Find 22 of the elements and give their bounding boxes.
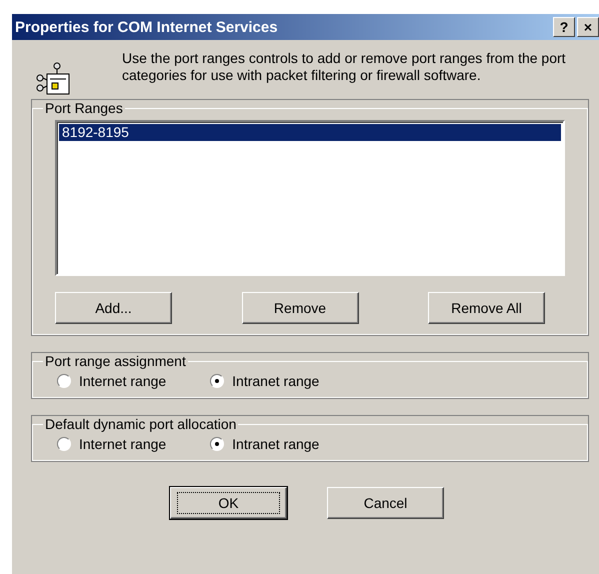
group-label: Port range assignment [44,353,187,369]
radio-button[interactable] [57,437,71,451]
list-item[interactable]: 8192-8195 [59,124,561,141]
radio-label: Intranet range [232,436,320,452]
push-button[interactable]: Add... [55,292,172,324]
radio-button[interactable] [210,437,224,451]
dialog-button[interactable]: Cancel [327,487,444,519]
radio-label: Intranet range [232,373,320,389]
push-button[interactable]: Remove All [428,292,545,324]
push-button[interactable]: Remove [242,292,358,324]
description-text: Use the port ranges controls to add or remove port ranges from the port categories for use with packet filtering or firewall software. [122,50,567,85]
close-button[interactable]: × [577,17,599,37]
radio-button[interactable] [210,374,224,388]
window-title: Properties for COM Internet Services [15,18,279,36]
radio-button[interactable] [57,374,71,388]
radio-label: Internet range [79,436,166,452]
radio-label: Internet range [79,373,166,389]
help-button[interactable]: ? [553,17,575,37]
dialog-button[interactable]: OK [170,487,287,519]
group-label: Port Ranges [44,100,124,116]
port-range-list[interactable]: 8192-8195 [55,120,565,276]
group-label: Default dynamic port allocation [44,416,238,432]
